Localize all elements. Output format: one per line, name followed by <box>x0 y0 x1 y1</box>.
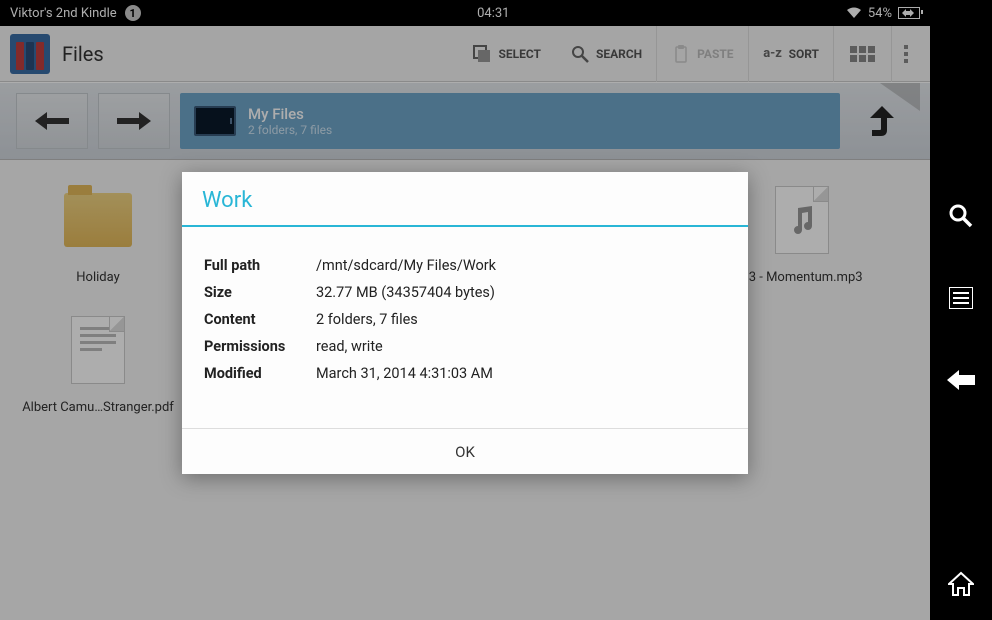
sidebar-back-button[interactable] <box>945 364 977 396</box>
info-key: Content <box>204 307 314 332</box>
info-key: Permissions <box>204 334 314 359</box>
dialog-title: Work <box>182 172 748 225</box>
info-value: March 31, 2014 4:31:03 AM <box>316 361 726 386</box>
dialog-ok-button[interactable]: OK <box>182 428 748 474</box>
info-row: Content2 folders, 7 files <box>204 307 726 332</box>
sidebar-menu-button[interactable] <box>945 282 977 314</box>
info-key: Full path <box>204 253 314 278</box>
sidebar-search-button[interactable] <box>945 200 977 232</box>
info-row: ModifiedMarch 31, 2014 4:31:03 AM <box>204 361 726 386</box>
home-icon <box>948 571 974 597</box>
properties-dialog: Work Full path/mnt/sdcard/My Files/Work … <box>182 172 748 474</box>
info-key: Modified <box>204 361 314 386</box>
info-row: Size32.77 MB (34357404 bytes) <box>204 280 726 305</box>
system-sidebar <box>930 0 992 620</box>
sidebar-home-button[interactable] <box>945 568 977 600</box>
info-row: Full path/mnt/sdcard/My Files/Work <box>204 253 726 278</box>
info-value: 32.77 MB (34357404 bytes) <box>316 280 726 305</box>
info-key: Size <box>204 280 314 305</box>
dialog-body: Full path/mnt/sdcard/My Files/Work Size3… <box>182 227 748 428</box>
search-icon <box>948 203 974 229</box>
menu-icon <box>949 287 973 309</box>
info-value: read, write <box>316 334 726 359</box>
arrow-left-icon <box>947 370 975 390</box>
info-value: /mnt/sdcard/My Files/Work <box>316 253 726 278</box>
info-value: 2 folders, 7 files <box>316 307 726 332</box>
info-row: Permissionsread, write <box>204 334 726 359</box>
